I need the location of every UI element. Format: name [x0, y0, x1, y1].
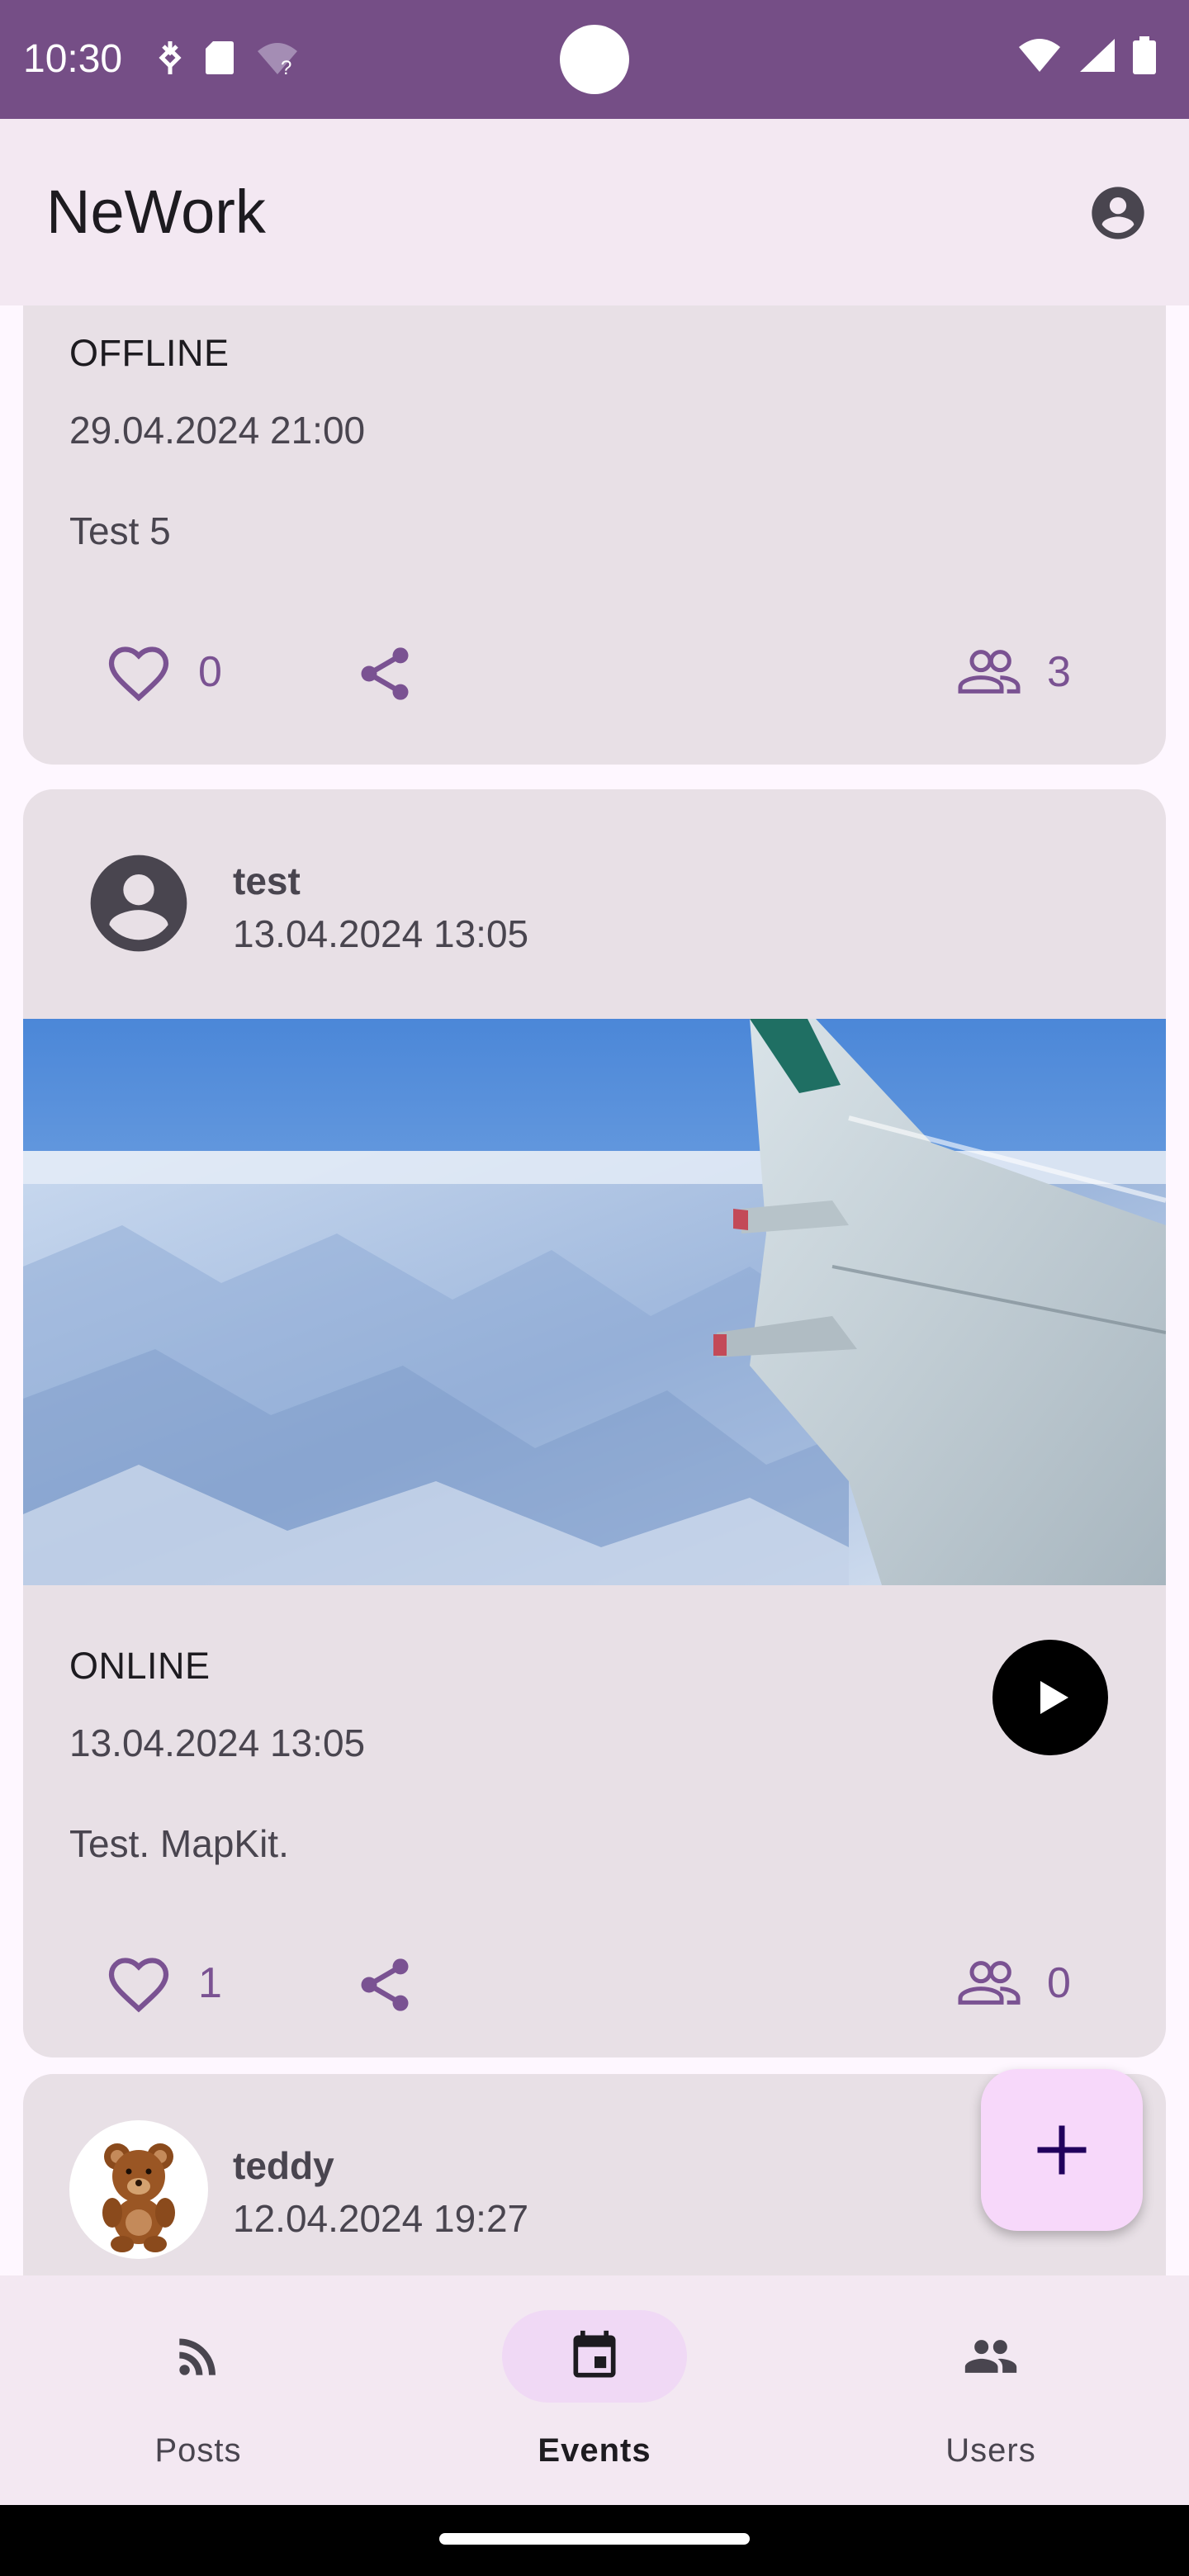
like-count: 1 — [198, 1959, 222, 2007]
nav-item-events[interactable]: Events — [396, 2275, 793, 2505]
event-type: ONLINE — [69, 1645, 211, 1687]
battery-icon — [1133, 36, 1156, 74]
usb-debug-icon — [159, 41, 182, 74]
camera-cutout — [560, 25, 629, 94]
svg-text:?: ? — [281, 57, 291, 76]
nav-label: Posts — [154, 2432, 242, 2469]
avatar — [69, 2120, 208, 2259]
wifi-icon — [1019, 39, 1060, 72]
share-icon[interactable] — [353, 642, 416, 705]
people-outline-icon — [958, 1961, 1021, 2005]
avatar — [90, 855, 187, 952]
event-attachment-image[interactable] — [23, 1019, 1166, 1585]
participants-button[interactable]: 0 — [955, 1950, 1071, 2016]
signal-icon — [1080, 39, 1115, 72]
nav-item-posts[interactable]: Posts — [0, 2275, 396, 2505]
status-time: 10:30 — [23, 37, 123, 81]
share-icon[interactable] — [353, 1953, 416, 2016]
home-gesture-handle[interactable] — [439, 2533, 750, 2545]
event-card[interactable]: test 13.04.2024 13:05 ONLINE 13.04.2024 … — [23, 789, 1166, 2057]
author-name: test — [233, 859, 301, 902]
heart-outline-icon — [108, 646, 169, 702]
people-outline-icon — [958, 650, 1021, 694]
heart-outline-icon — [108, 1958, 169, 2013]
add-event-button[interactable] — [981, 2069, 1143, 2231]
play-icon — [1040, 1681, 1068, 1714]
event-datetime: 13.04.2024 13:05 — [69, 1721, 366, 1764]
play-button[interactable] — [992, 1640, 1108, 1755]
like-count: 0 — [198, 648, 222, 696]
event-datetime: 29.04.2024 21:00 — [69, 409, 366, 452]
author-name: teddy — [233, 2144, 334, 2187]
plus-icon — [1037, 2125, 1087, 2175]
top-app-bar: NeWork — [0, 119, 1189, 305]
teddy-bear-icon — [102, 2143, 175, 2252]
nav-item-users[interactable]: Users — [793, 2275, 1189, 2505]
rss-feed-icon — [179, 2338, 216, 2375]
event-type: OFFLINE — [69, 332, 230, 374]
account-circle-icon[interactable] — [1087, 182, 1149, 244]
events-feed[interactable]: OFFLINE 29.04.2024 21:00 Test 5 0 3 test… — [0, 305, 1189, 2275]
published-date: 12.04.2024 19:27 — [233, 2197, 529, 2240]
like-button[interactable]: 1 — [102, 1947, 222, 2020]
nav-label: Events — [538, 2432, 651, 2469]
event-content: Test. MapKit. — [69, 1822, 289, 1865]
bottom-navigation: Posts Events Users — [0, 2275, 1189, 2505]
sd-card-icon — [206, 41, 234, 74]
participants-count: 0 — [1047, 1959, 1071, 2007]
participants-count: 3 — [1047, 648, 1071, 696]
event-card[interactable]: OFFLINE 29.04.2024 21:00 Test 5 0 3 — [23, 305, 1166, 765]
calendar-icon — [573, 2330, 616, 2378]
participants-button[interactable]: 3 — [955, 639, 1071, 705]
wifi-question-icon: ? — [258, 43, 297, 76]
nav-label: Users — [945, 2432, 1036, 2469]
like-button[interactable]: 0 — [102, 636, 222, 708]
published-date: 13.04.2024 13:05 — [233, 912, 529, 955]
people-icon — [964, 2340, 1017, 2373]
status-bar: 10:30 ? — [0, 0, 1189, 119]
system-navigation-bar — [0, 2505, 1189, 2576]
app-title: NeWork — [46, 178, 266, 246]
event-content: Test 5 — [69, 509, 171, 552]
